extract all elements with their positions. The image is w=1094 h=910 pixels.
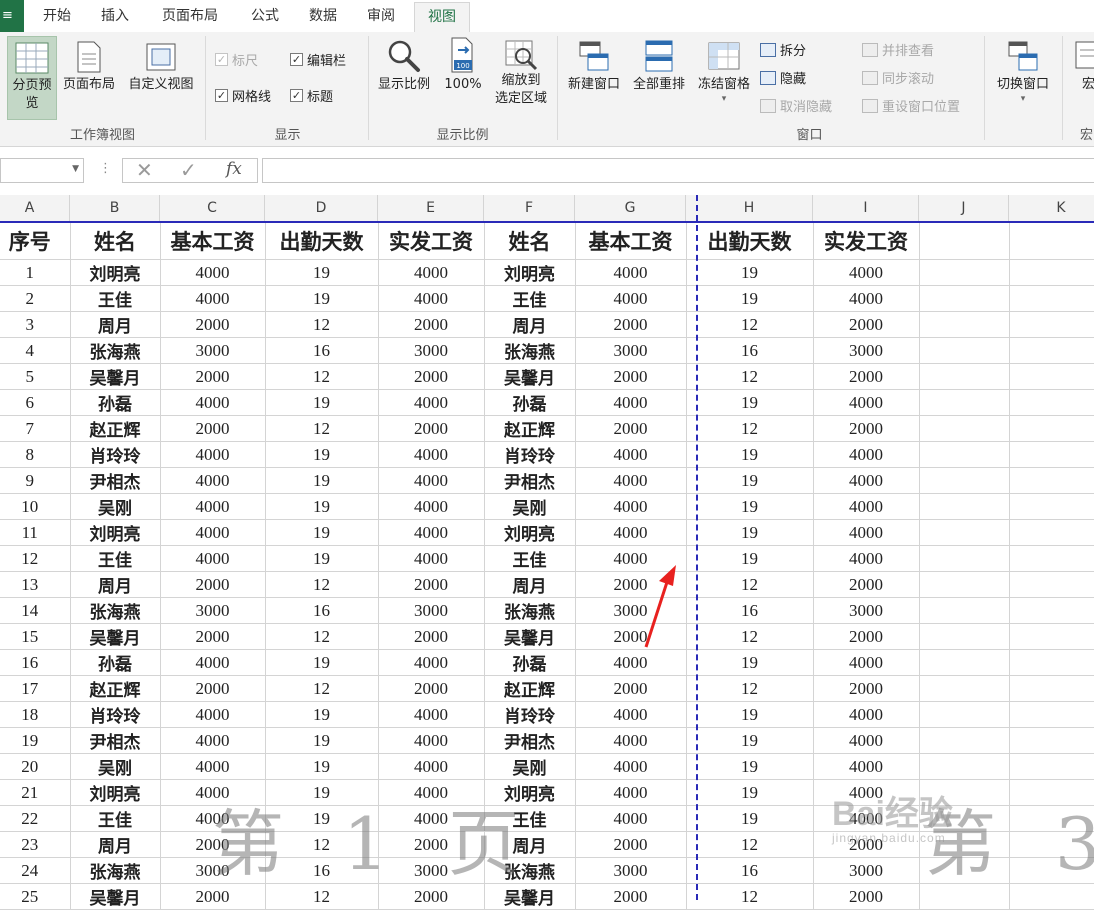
chevron-down-icon: ▾ [721, 94, 727, 104]
cancel-icon[interactable]: ✕ [136, 158, 153, 182]
page-break-preview-button[interactable]: 分页预览 [7, 36, 57, 120]
ruler-label: 标尺 [232, 54, 259, 69]
side-by-side-icon [862, 42, 878, 57]
checkbox-checked-icon: ✓ [290, 89, 303, 102]
reset-window-position-button[interactable]: 重设窗口位置 [862, 96, 960, 115]
view-side-by-side-label: 并排查看 [882, 44, 935, 59]
freeze-panes-icon [708, 42, 740, 70]
switch-windows-button[interactable]: 切换窗口 ▾ [990, 36, 1056, 120]
chevron-down-icon: ▾ [1020, 94, 1026, 104]
macros-icon [1075, 41, 1094, 69]
reset-position-icon [862, 98, 878, 113]
formula-bar-checkbox[interactable]: ✓ 编辑栏 [290, 50, 346, 69]
insert-function-icon[interactable]: fx [226, 159, 242, 179]
tab-home[interactable]: 开始 [32, 0, 82, 32]
zoom-to-selection-label-2: 选定区域 [494, 91, 547, 106]
view-side-by-side-button[interactable]: 并排查看 [862, 40, 934, 59]
tab-view[interactable]: 视图 [414, 2, 470, 33]
group-separator [1062, 36, 1063, 140]
zoom-selection-icon [505, 40, 538, 71]
name-box[interactable]: ▼ [0, 158, 84, 183]
tab-data[interactable]: 数据 [298, 0, 348, 32]
gridlines-label: 网格线 [232, 90, 272, 105]
freeze-panes-label: 冻结窗格 [697, 77, 750, 92]
ribbon: 分页预览 页面布局 自定义视图 工作簿视图 ✓ 标尺 ✓ 编辑栏 ✓ 网格线 ✓… [0, 32, 1094, 147]
magnifier-icon [388, 40, 420, 72]
custom-views-button[interactable]: 自定义视图 [122, 36, 200, 120]
checkbox-checked-icon: ✓ [215, 53, 228, 66]
new-window-button[interactable]: 新建窗口 [562, 36, 626, 120]
custom-views-label: 自定义视图 [128, 77, 194, 92]
new-window-icon [579, 41, 609, 71]
zoom-to-selection-button[interactable]: 缩放到 选定区域 [488, 36, 554, 120]
group-label-show: 显示 [274, 128, 301, 143]
macros-button[interactable]: 宏 [1068, 36, 1094, 120]
group-separator [368, 36, 369, 140]
split-label: 拆分 [780, 44, 807, 59]
split-button[interactable]: 拆分 [760, 40, 806, 59]
ruler-checkbox[interactable]: ✓ 标尺 [215, 50, 258, 69]
sync-scroll-icon [862, 70, 878, 85]
switch-windows-label: 切换窗口 [996, 77, 1049, 92]
arrow-head [659, 565, 676, 586]
file-tab[interactable]: ≡ [0, 0, 24, 32]
group-label-zoom: 显示比例 [436, 128, 489, 143]
baidu-watermark: Bai经验 jingyan.baidu.com [832, 786, 953, 845]
arrange-all-label: 全部重排 [632, 77, 685, 92]
split-icon [760, 42, 776, 57]
zoom-100-icon: 100 [451, 37, 473, 73]
zoom-100-icon-text: 100 [456, 62, 469, 70]
enter-icon[interactable]: ✓ [180, 158, 197, 182]
reset-window-position-label: 重设窗口位置 [882, 100, 961, 115]
sync-scroll-label: 同步滚动 [882, 72, 935, 87]
unhide-icon [760, 98, 776, 113]
zoom-to-selection-label-1: 缩放到 [501, 73, 541, 88]
macros-label: 宏 [1082, 77, 1094, 92]
unhide-label: 取消隐藏 [780, 100, 833, 115]
zoom-100-label: 100% [444, 77, 482, 92]
checkbox-checked-icon: ✓ [290, 53, 303, 66]
formula-bar-label: 编辑栏 [307, 54, 347, 69]
group-label-workbook-views: 工作簿视图 [69, 128, 135, 143]
page-layout-icon [77, 41, 101, 73]
page-layout-label: 页面布局 [62, 77, 115, 92]
baidu-watermark-text: Bai经验 [832, 795, 953, 833]
switch-windows-icon [1008, 41, 1038, 71]
tab-formulas[interactable]: 公式 [240, 0, 290, 32]
arrow-shaft [644, 578, 670, 648]
zoom-100-button[interactable]: 100 100% [440, 36, 486, 120]
headings-label: 标题 [307, 90, 334, 105]
zoom-button[interactable]: 显示比例 [372, 36, 436, 120]
page-break-preview-label: 分页预览 [12, 78, 52, 111]
page-layout-view-button[interactable]: 页面布局 [58, 36, 120, 120]
baidu-watermark-sub: jingyan.baidu.com [832, 831, 946, 845]
group-label-window: 窗口 [796, 128, 823, 143]
tab-review[interactable]: 审阅 [356, 0, 406, 32]
tab-page-layout[interactable]: 页面布局 [148, 0, 232, 32]
hide-button[interactable]: 隐藏 [760, 68, 806, 87]
arrange-all-icon [645, 40, 673, 72]
freeze-panes-button[interactable]: 冻结窗格 ▾ [692, 36, 756, 120]
formula-input[interactable] [262, 158, 1094, 183]
arrange-all-button[interactable]: 全部重排 [628, 36, 690, 120]
tab-insert[interactable]: 插入 [90, 0, 140, 32]
ribbon-tab-bar: ≡ 开始 插入 页面布局 公式 数据 审阅 视图 [0, 0, 1094, 33]
page-break-preview-icon [15, 42, 49, 74]
gridlines-checkbox[interactable]: ✓ 网格线 [215, 86, 271, 105]
more-icon: ⋮ [99, 161, 112, 176]
chevron-down-icon[interactable]: ▼ [72, 164, 79, 174]
unhide-button[interactable]: 取消隐藏 [760, 96, 832, 115]
new-window-label: 新建窗口 [567, 77, 620, 92]
formula-bar: ▼ ⋮ ✕ ✓ fx [0, 147, 1094, 194]
hide-label: 隐藏 [780, 72, 807, 87]
group-label-macros: 宏 [1080, 128, 1094, 143]
custom-views-icon [146, 43, 176, 71]
headings-checkbox[interactable]: ✓ 标题 [290, 86, 333, 105]
hide-icon [760, 70, 776, 85]
zoom-label: 显示比例 [377, 77, 430, 92]
checkbox-checked-icon: ✓ [215, 89, 228, 102]
sync-scroll-button[interactable]: 同步滚动 [862, 68, 934, 87]
